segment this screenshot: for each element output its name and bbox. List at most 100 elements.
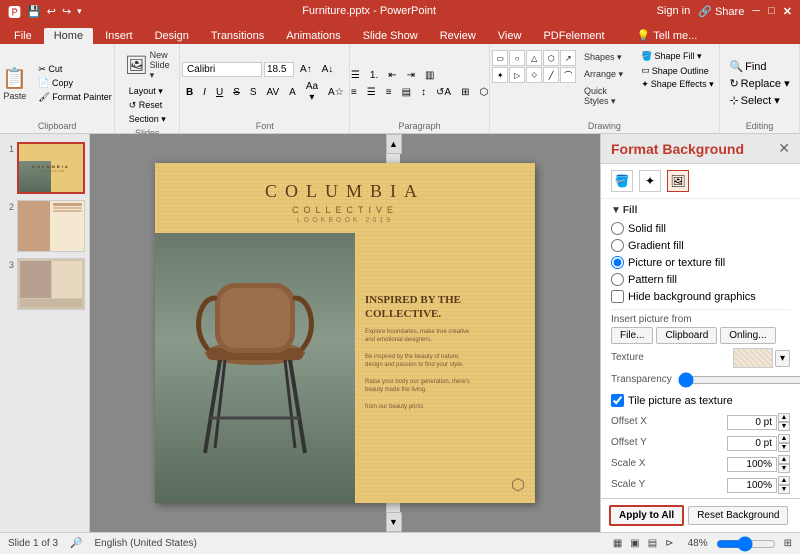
fp-picture-fill[interactable]: Picture or texture fill (611, 254, 790, 271)
tab-design[interactable]: Design (145, 28, 199, 44)
tab-file[interactable]: File (4, 28, 42, 44)
fp-reset-btn[interactable]: Reset Background (688, 506, 788, 525)
format-painter-button[interactable]: 🖌 Format Painter (34, 91, 115, 104)
slide-sorter-btn[interactable]: ▣ (630, 538, 639, 549)
quick-save[interactable]: 💾 (27, 5, 41, 18)
tab-pdfelement[interactable]: PDFelement (533, 28, 614, 44)
fp-scale-x-down[interactable]: ▼ (778, 464, 790, 473)
fp-scale-y-up[interactable]: ▲ (778, 476, 790, 485)
layout-button[interactable]: Layout ▾ (125, 85, 170, 98)
tab-home[interactable]: Home (44, 28, 93, 44)
close-btn[interactable]: ✕ (783, 5, 792, 18)
fp-close-btn[interactable]: ✕ (778, 140, 790, 157)
fp-offset-y-up[interactable]: ▲ (778, 434, 790, 443)
increase-font-btn[interactable]: A↑ (296, 62, 316, 77)
scroll-up-btn[interactable]: ▲ (386, 134, 402, 154)
shape-item[interactable]: △ (526, 50, 542, 66)
shape-item[interactable]: ⬡ (543, 50, 559, 66)
fp-tile-picture[interactable]: Tile picture as texture (611, 392, 790, 409)
char-spacing-button[interactable]: AV (263, 85, 284, 100)
shape-fill-button[interactable]: 🪣 Shape Fill ▾ (638, 50, 716, 63)
align-text-btn[interactable]: ⊞ (457, 85, 473, 100)
pattern-fill-radio[interactable] (611, 273, 624, 286)
slide-thumb-3[interactable]: 3 (4, 258, 85, 310)
fp-offset-x-up[interactable]: ▲ (778, 413, 790, 422)
clear-format-button[interactable]: A☆ (324, 85, 348, 100)
maximize-btn[interactable]: □ (768, 5, 775, 18)
tab-review[interactable]: Review (430, 28, 486, 44)
slide-preview-2[interactable] (17, 200, 85, 252)
shape-outline-button[interactable]: ▭ Shape Outline (638, 64, 716, 77)
fp-file-btn[interactable]: File... (611, 327, 653, 344)
shapes-button[interactable]: Shapes ▾ (580, 50, 635, 65)
select-button[interactable]: ⊹ Select ▾ (726, 93, 792, 108)
shape-effects-button[interactable]: ✦ Shape Effects ▾ (638, 78, 716, 91)
bullets-button[interactable]: ☰ (347, 68, 364, 83)
underline-button[interactable]: U (212, 85, 227, 100)
find-button[interactable]: 🔍 Find (726, 59, 792, 74)
fp-transparency-slider[interactable] (678, 374, 800, 386)
tab-slide-show[interactable]: Slide Show (353, 28, 428, 44)
shape-item[interactable]: ▷ (509, 67, 525, 83)
slide-thumb-2[interactable]: 2 (4, 200, 85, 252)
increase-indent-btn[interactable]: ⇥ (403, 68, 419, 83)
fp-scale-x-up[interactable]: ▲ (778, 455, 790, 464)
tab-transitions[interactable]: Transitions (201, 28, 274, 44)
quick-undo[interactable]: ↩ (47, 5, 56, 18)
font-case-button[interactable]: Aa ▾ (302, 79, 322, 105)
tab-insert[interactable]: Insert (95, 28, 143, 44)
gradient-fill-radio[interactable] (611, 239, 624, 252)
tab-tell-me[interactable]: 💡Tell me... (627, 27, 708, 44)
fp-fill-icon[interactable]: 🪣 (611, 170, 633, 192)
strikethrough-button[interactable]: S (229, 85, 244, 100)
fp-apply-all-btn[interactable]: Apply to All (609, 505, 684, 526)
solid-fill-radio[interactable] (611, 222, 624, 235)
fp-pattern-fill[interactable]: Pattern fill (611, 271, 790, 288)
fp-offset-x-down[interactable]: ▼ (778, 422, 790, 431)
shape-item[interactable]: ✦ (492, 67, 508, 83)
hide-graphics-checkbox[interactable] (611, 290, 624, 303)
fp-scale-x-input[interactable] (727, 457, 777, 472)
font-color-button[interactable]: A (285, 85, 300, 100)
tab-animations[interactable]: Animations (276, 28, 350, 44)
shape-item[interactable]: ▭ (492, 50, 508, 66)
scroll-down-btn[interactable]: ▼ (386, 512, 402, 532)
copy-button[interactable]: 📄 Copy (34, 77, 115, 90)
fp-image-icon[interactable]: 🖼 (667, 170, 689, 192)
slide-preview-1[interactable]: COLUMBIA COLLECTIVE (17, 142, 85, 194)
align-left-btn[interactable]: ≡ (347, 85, 361, 100)
normal-view-btn[interactable]: ▦ (613, 538, 622, 549)
decrease-font-btn[interactable]: A↓ (318, 62, 338, 77)
shape-item[interactable]: ╱ (543, 67, 559, 83)
shadow-button[interactable]: S (246, 85, 261, 100)
fp-offset-y-input[interactable] (727, 436, 777, 451)
quick-redo[interactable]: ↪ (62, 5, 71, 18)
justify-btn[interactable]: ▤ (398, 85, 415, 100)
text-direction-btn[interactable]: ↺A (432, 85, 455, 100)
fp-texture-dropdown[interactable]: ▾ (775, 350, 790, 367)
fp-gradient-fill[interactable]: Gradient fill (611, 237, 790, 254)
new-slide-button[interactable]: 🖼 NewSlide ▾ (121, 48, 174, 83)
slide-preview-3[interactable] (17, 258, 85, 310)
fp-online-btn[interactable]: Onling... (720, 327, 775, 344)
sign-in-link[interactable]: Sign in (657, 5, 691, 18)
shape-item[interactable]: ↗ (560, 50, 576, 66)
shape-item[interactable]: ⌒ (560, 67, 576, 83)
tile-picture-checkbox[interactable] (611, 394, 624, 407)
share-button[interactable]: 🔗 Share (698, 5, 744, 18)
tab-view[interactable]: View (488, 28, 532, 44)
line-spacing-btn[interactable]: ↕ (417, 85, 430, 100)
section-button[interactable]: Section ▾ (125, 113, 170, 126)
numbering-button[interactable]: 1. (366, 68, 382, 83)
column-btn[interactable]: ▥ (421, 68, 438, 83)
align-right-btn[interactable]: ≡ (382, 85, 396, 100)
font-size-input[interactable] (264, 62, 294, 77)
fp-offset-y-down[interactable]: ▼ (778, 443, 790, 452)
zoom-fit-btn[interactable]: ⊞ (784, 538, 792, 549)
bold-button[interactable]: B (182, 85, 197, 100)
replace-button[interactable]: ↻ Replace ▾ (726, 76, 792, 91)
fp-effects-icon[interactable]: ✦ (639, 170, 661, 192)
reading-view-btn[interactable]: ▤ (648, 538, 657, 549)
quick-styles-button[interactable]: Quick Styles ▾ (580, 84, 635, 109)
picture-fill-radio[interactable] (611, 256, 624, 269)
